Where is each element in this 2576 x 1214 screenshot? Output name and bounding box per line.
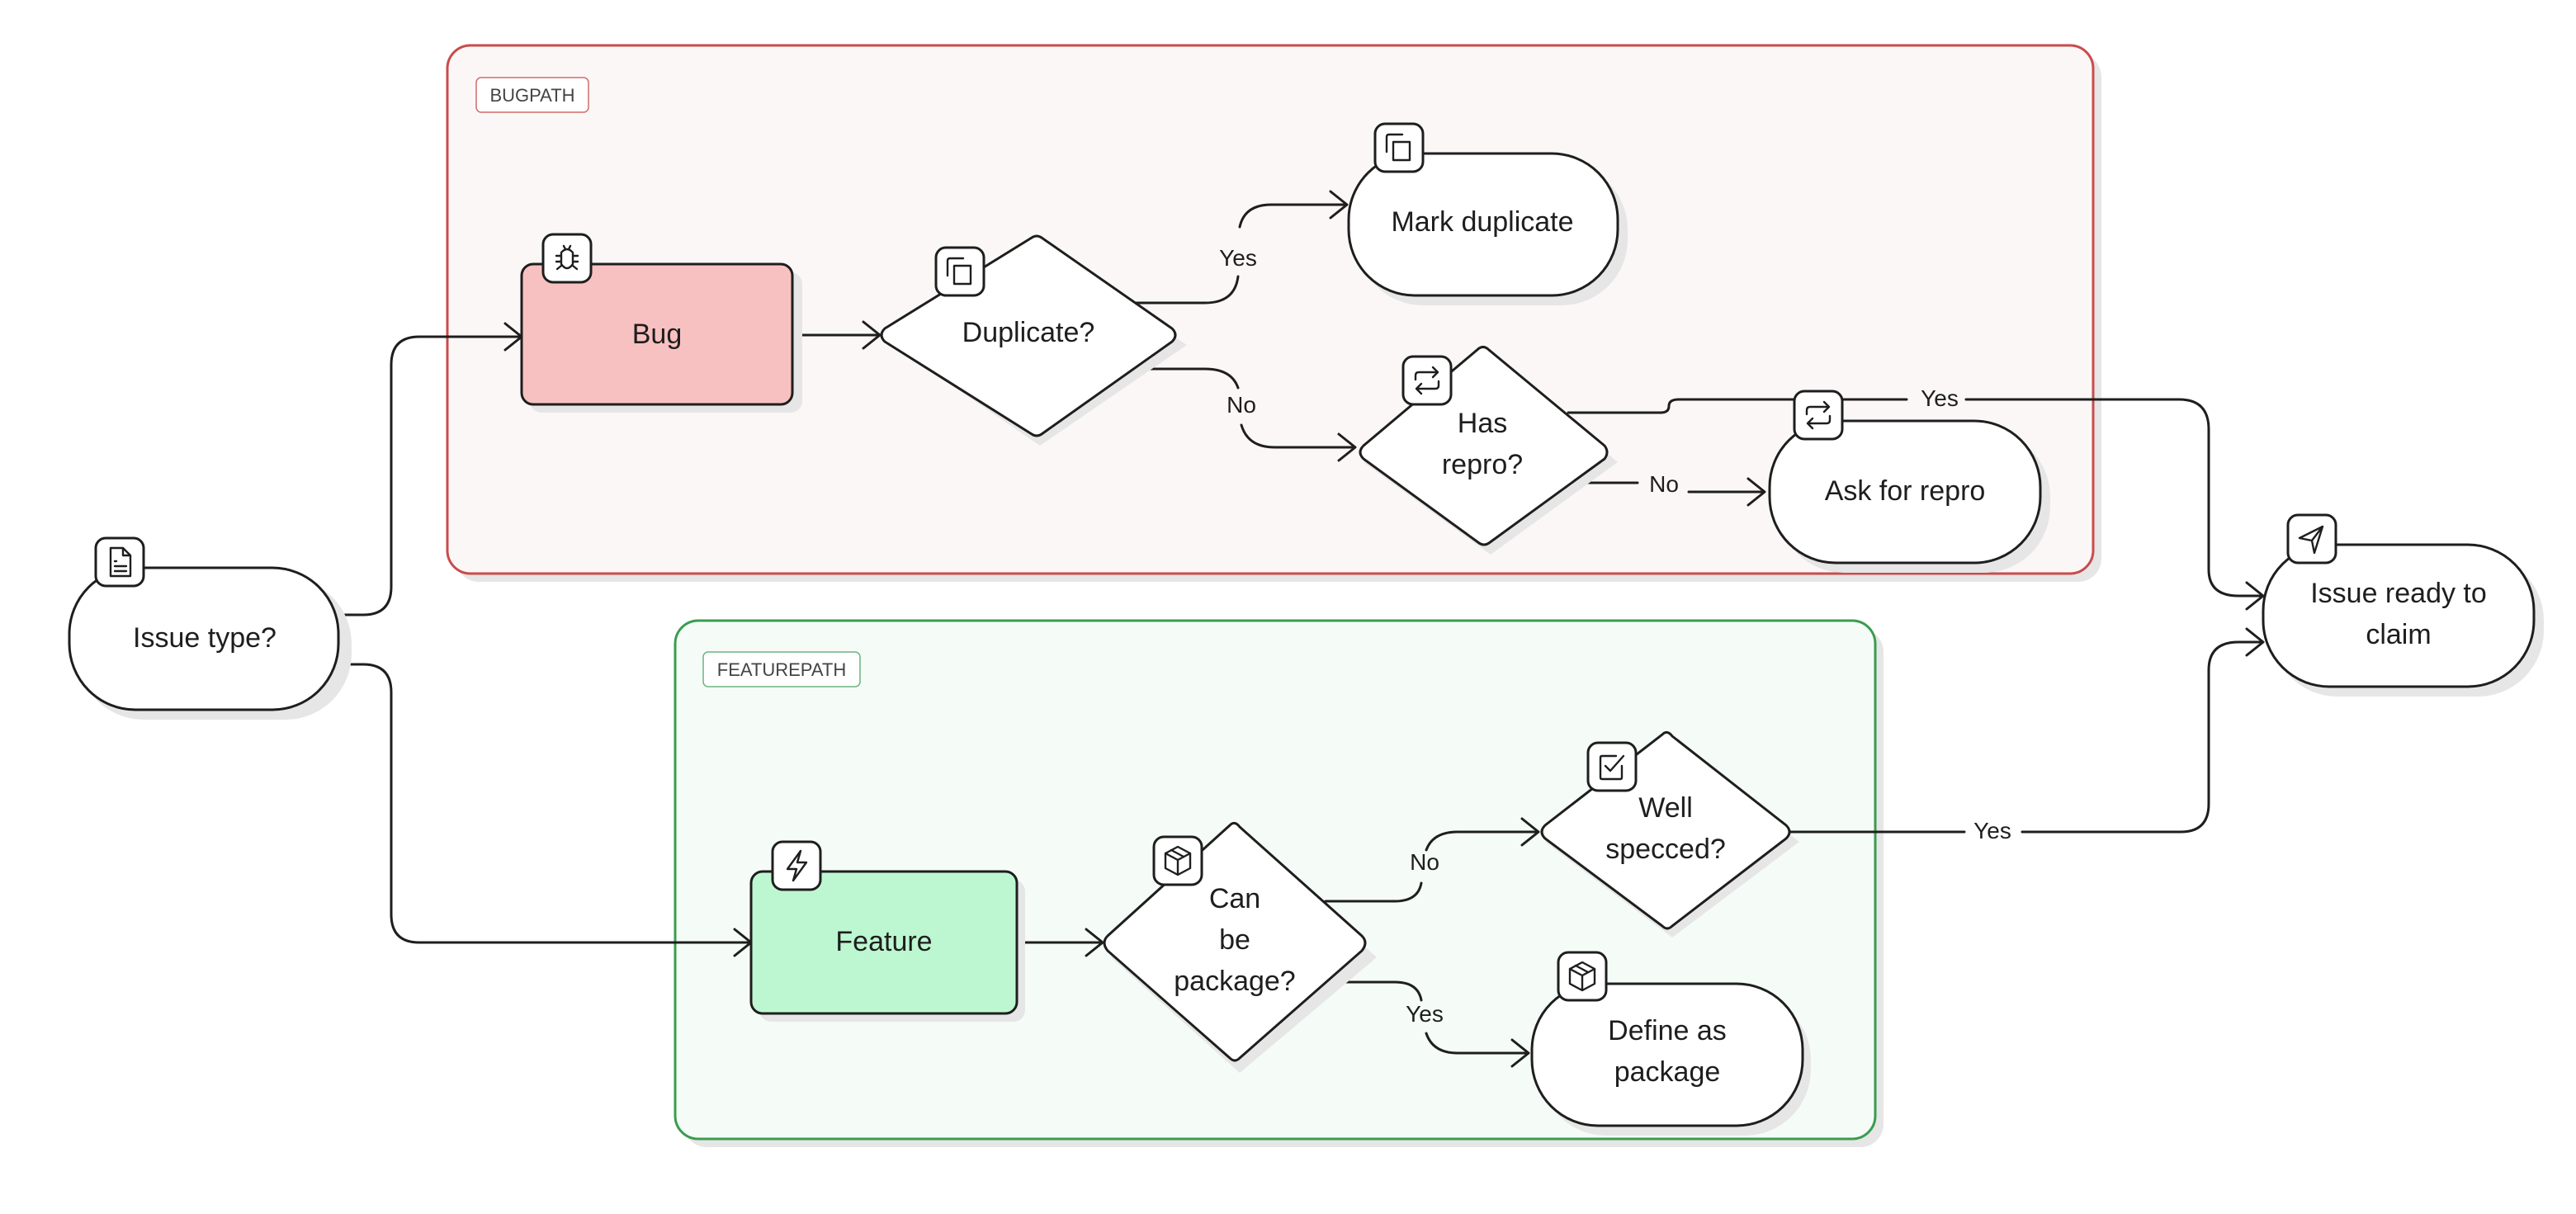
document-icon <box>94 536 145 588</box>
node-label: Can <box>1209 883 1260 914</box>
node-label: package <box>1614 1056 1721 1088</box>
node-label: Ask for repro <box>1825 475 1986 507</box>
node-label: Issue type? <box>133 622 277 654</box>
node-label: Bug <box>632 319 683 350</box>
copy-icon <box>1373 122 1425 173</box>
node-label: Issue ready to <box>2310 578 2487 609</box>
repeat-icon <box>1793 390 1844 441</box>
node-label: Define as <box>1608 1015 1727 1046</box>
node-label: Mark duplicate <box>1391 206 1573 238</box>
edge-label-repro-yes: Yes <box>1921 385 1959 411</box>
edge-label-dup-yes: Yes <box>1219 245 1257 271</box>
node-label: Well <box>1638 792 1693 824</box>
node-label: Feature <box>835 926 932 957</box>
edge-label-pkg-no: No <box>1410 849 1439 875</box>
node-label: repro? <box>1442 449 1523 480</box>
edge-label-spec-yes: Yes <box>1973 818 2011 843</box>
node-label: package? <box>1174 966 1295 997</box>
featurepath-label: FEATUREPATH <box>717 659 846 680</box>
flowchart-canvas: BUGPATH FEATUREPATH Yes No Yes No No Yes… <box>68 44 2544 1147</box>
copy-icon <box>934 246 985 297</box>
node-label: claim <box>2366 619 2431 650</box>
node-label: specced? <box>1605 834 1726 865</box>
edge-label-pkg-yes: Yes <box>1406 1001 1444 1027</box>
send-icon <box>2286 513 2337 564</box>
node-label: Has <box>1458 408 1507 439</box>
checkbox-icon <box>1586 741 1638 792</box>
node-issue-type[interactable]: Issue type? <box>68 536 352 720</box>
node-label: be <box>1219 924 1250 956</box>
node-issue-ready[interactable]: Issue ready to claim <box>2262 513 2544 697</box>
edge-label-dup-no: No <box>1227 392 1256 418</box>
edge-label-repro-no: No <box>1649 471 1679 497</box>
bugpath-label: BUGPATH <box>489 85 574 106</box>
node-label: Duplicate? <box>962 317 1095 348</box>
package-icon <box>1152 835 1203 886</box>
bug-icon <box>541 233 593 284</box>
zap-icon <box>771 840 822 891</box>
repeat-icon <box>1401 355 1453 406</box>
package-icon <box>1557 951 1608 1002</box>
